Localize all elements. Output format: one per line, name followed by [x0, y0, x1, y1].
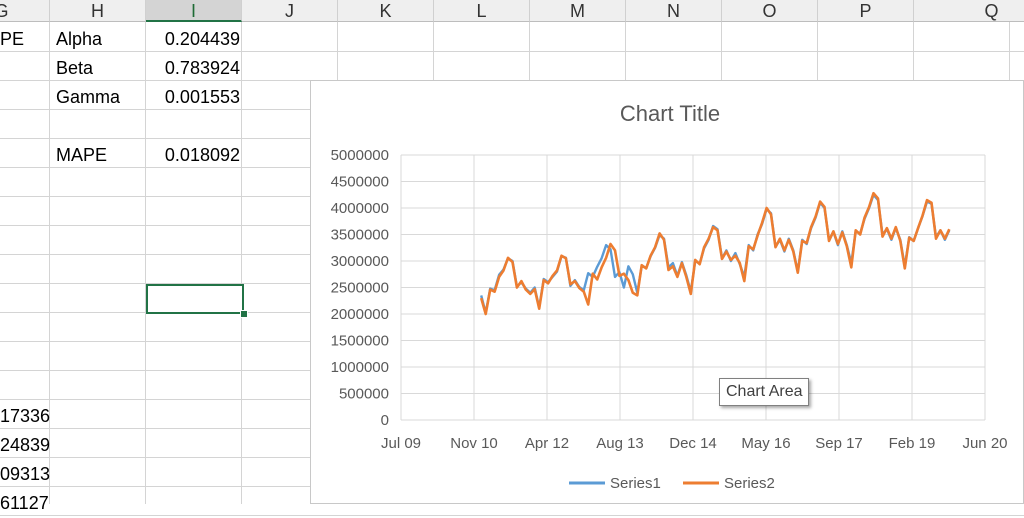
column-header-o[interactable]: O	[722, 0, 818, 22]
column-header-m[interactable]: M	[530, 0, 626, 22]
legend-series2-label: Series2	[724, 475, 775, 492]
spreadsheet-grid[interactable]: GHIJKLMNOPQ PE Alpha 0.204439 Beta 0.783…	[0, 0, 1024, 516]
cell-g1[interactable]: PE	[0, 25, 24, 54]
y-tick-label: 500000	[339, 386, 389, 403]
cell-g16[interactable]: 24839	[0, 431, 50, 460]
column-header-q[interactable]: Q	[914, 0, 1024, 22]
selected-cell[interactable]	[146, 284, 244, 314]
y-tick-label: 1500000	[331, 333, 389, 350]
cell-beta-label[interactable]: Beta	[56, 54, 93, 83]
cell-mape-label[interactable]: MAPE	[56, 141, 107, 170]
y-tick-label: 0	[381, 412, 389, 429]
column-header-h[interactable]: H	[50, 0, 146, 22]
cell-gamma-value[interactable]: 0.001553	[148, 83, 240, 112]
column-header-p[interactable]: P	[818, 0, 914, 22]
x-tick-label: Sep 17	[815, 435, 863, 452]
column-header-i[interactable]: I	[146, 0, 242, 22]
chart-title[interactable]: Chart Title	[620, 101, 720, 126]
chart-area[interactable]: Chart Title 0 500000 1000000 1500000 2000000…	[310, 80, 1024, 504]
cell-alpha-value[interactable]: 0.204439	[148, 25, 240, 54]
cell-gamma-label[interactable]: Gamma	[56, 83, 120, 112]
x-tick-label: Feb 19	[889, 435, 936, 452]
column-header-l[interactable]: L	[434, 0, 530, 22]
y-tick-label: 4000000	[331, 200, 389, 217]
x-gridlines: Jul 09 Nov 10 Apr 12 Aug 13 Dec 14 May 16 Sep …	[381, 155, 1008, 452]
x-tick-label: Apr 12	[525, 435, 569, 452]
cell-g17[interactable]: 09313	[0, 460, 50, 489]
fill-handle[interactable]	[240, 310, 248, 318]
y-tick-label: 2000000	[331, 306, 389, 323]
column-header-n[interactable]: N	[626, 0, 722, 22]
x-tick-label: Nov 10	[450, 435, 498, 452]
y-tick-label: 2500000	[331, 280, 389, 297]
column-gridline	[241, 22, 242, 504]
cell-mape-value[interactable]: 0.018092	[148, 141, 240, 170]
chart-area-tooltip: Chart Area	[719, 378, 810, 406]
x-tick-label: Aug 13	[596, 435, 644, 452]
x-tick-label: Jul 09	[381, 435, 421, 452]
column-header-j[interactable]: J	[242, 0, 338, 22]
x-tick-label: Dec 14	[669, 435, 717, 452]
y-tick-label: 3500000	[331, 227, 389, 244]
line-chart: Chart Title 0 500000 1000000 1500000 2000000…	[331, 101, 1008, 492]
row-gridline	[0, 515, 1024, 516]
y-gridlines: 0 500000 1000000 1500000 2000000 2500000 30000…	[331, 147, 985, 429]
x-tick-label: May 16	[741, 435, 790, 452]
column-header-g[interactable]: G	[0, 0, 50, 22]
series2-line[interactable]	[479, 191, 951, 316]
column-header-k[interactable]: K	[338, 0, 434, 22]
x-tick-label: Jun 20	[962, 435, 1007, 452]
cell-g15[interactable]: 17336	[0, 402, 50, 431]
legend-series1-label: Series1	[610, 475, 661, 492]
series-lines	[479, 191, 951, 316]
y-tick-label: 1000000	[331, 359, 389, 376]
cell-beta-value[interactable]: 0.783924	[148, 54, 240, 83]
y-tick-label: 5000000	[331, 147, 389, 164]
chart-legend[interactable]: Series1 Series2	[569, 475, 775, 492]
cell-alpha-label[interactable]: Alpha	[56, 25, 102, 54]
y-tick-label: 3000000	[331, 253, 389, 270]
column-gridline	[145, 22, 146, 504]
y-tick-label: 4500000	[331, 174, 389, 191]
